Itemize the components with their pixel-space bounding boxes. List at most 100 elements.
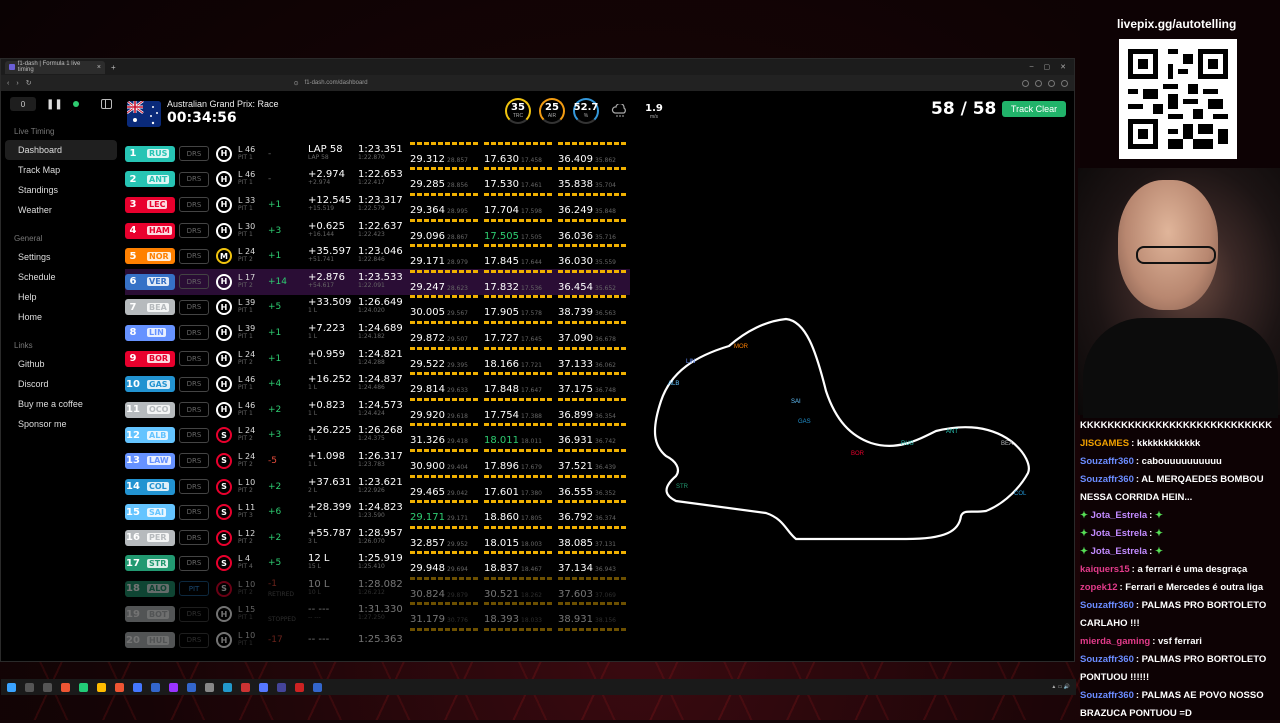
minisector-bars — [484, 576, 554, 580]
driver-row[interactable]: 17 STR DRS S L 4 PIT 4 +5 12 L 15 L 1:25.919 1:25.… — [125, 551, 630, 577]
taskbar-app-icon[interactable] — [259, 682, 268, 692]
sector-best: 17.805 — [521, 515, 542, 523]
menu-icon[interactable] — [1061, 79, 1068, 87]
sector-time: 36.555 — [558, 486, 593, 498]
driver-row[interactable]: 20 HUL DRS H L 10 PIT 1 -17 -- --- 1:25.363 — [125, 627, 630, 653]
taskbar-app-icon[interactable] — [295, 682, 304, 692]
brave-shield-icon[interactable] — [1048, 79, 1055, 87]
pause-icon[interactable]: ❚❚ — [46, 99, 63, 110]
drs-indicator: PIT — [179, 581, 209, 597]
driver-row[interactable]: 18 ALO PIT S L 10 PIT 2 -1 RETIRED 10 L 10 L 1:28.… — [125, 576, 630, 602]
taskbar-app-icon[interactable] — [43, 682, 52, 692]
tyre-info: L 24 PIT 2 — [238, 248, 268, 264]
driver-row[interactable]: 8 LIN DRS H L 39 PIT 1 +1 +7.223 1 L 1:24.689 1:24… — [125, 320, 630, 346]
extension-icon[interactable] — [1022, 79, 1029, 87]
chat-text: : cabouuuuuuuuuu — [1135, 456, 1222, 467]
driver-row[interactable]: 10 GAS DRS H L 46 PIT 1 +4 +16.252 1 L 1:24.837 1:… — [125, 371, 630, 397]
link-discord[interactable]: Discord — [5, 374, 117, 394]
browser-tab[interactable]: f1-dash | Formula 1 live timing × — [5, 60, 105, 74]
pit-count: PIT 2 — [238, 486, 253, 494]
driver-row[interactable]: 6 VER DRS H L 17 PIT 2 +14 +2.876 +54.617 1:23.53… — [125, 268, 630, 295]
sector-s2: 17.630 17.458 — [484, 141, 554, 166]
taskbar-app-icon[interactable] — [97, 682, 106, 692]
site-info-icon[interactable]: ⊙ — [294, 80, 299, 87]
driver-row[interactable]: 19 BOT DRS H L 15 PIT 1 STOPPED -- --- -- --- 1:3… — [125, 602, 630, 628]
gap-interval: +2.876 +54.617 — [308, 272, 358, 290]
taskbar-app-icon[interactable] — [313, 682, 322, 692]
link-sponsor[interactable]: Sponsor me — [5, 414, 117, 434]
driver-row[interactable]: 14 COL DRS S L 10 PIT 2 +2 +37.631 2 L 1:23.621 1:… — [125, 474, 630, 500]
start-icon[interactable] — [7, 682, 16, 692]
driver-row[interactable]: 5 NOR DRS M L 24 PIT 2 +1 +35.597 +51.741 1:23.04… — [125, 243, 630, 269]
taskbar-app-icon[interactable] — [115, 682, 124, 692]
emote-icon: ✦ — [1154, 546, 1163, 557]
forward-icon[interactable]: › — [16, 80, 18, 87]
sector-best: 35.559 — [595, 259, 616, 267]
reload-icon[interactable]: ↻ — [26, 79, 32, 87]
sidebar-toggle-icon[interactable] — [101, 99, 112, 109]
sector-time: 35.838 — [558, 179, 593, 191]
lap-times: 1:24.823 1:23.590 — [358, 503, 410, 520]
driver-row[interactable]: 11 OCO DRS H L 46 PIT 1 +2 +0.823 1 L 1:24.573 1:2… — [125, 397, 630, 423]
taskbar-app-icon[interactable] — [151, 682, 160, 692]
nav-home[interactable]: Home — [5, 307, 117, 327]
tyre-laps: L 39 — [238, 323, 256, 333]
taskbar-app-icon[interactable] — [25, 682, 34, 692]
driver-row[interactable]: 12 ALB DRS S L 24 PIT 2 +3 +26.225 1 L 1:26.268 1:… — [125, 423, 630, 449]
sector-time: 17.704 — [484, 204, 519, 216]
taskbar-app-icon[interactable] — [223, 682, 232, 692]
driver-row[interactable]: 3 LEC DRS H L 33 PIT 1 +1 +12.545 +15.519 1:23.31… — [125, 192, 630, 218]
new-tab-icon[interactable]: + — [111, 63, 116, 72]
driver-row[interactable]: 1 RUS DRS H L 46 PIT 1- LAP 58 LAP 58 1:23.351 1:… — [125, 141, 630, 167]
close-window-icon[interactable]: ✕ — [1060, 63, 1066, 71]
taskbar-app-icon[interactable] — [61, 682, 70, 692]
tyre-compound-icon: H — [216, 273, 232, 290]
minisector-bars — [484, 474, 554, 478]
nav-help[interactable]: Help — [5, 287, 117, 307]
nav-weather[interactable]: Weather — [5, 200, 117, 220]
driver-row[interactable]: 2 ANT DRS H L 46 PIT 1- +2.974 +2.974 1:22.653 1:… — [125, 167, 630, 193]
minimize-icon[interactable]: – — [1030, 63, 1034, 71]
minisector-bars — [410, 192, 480, 196]
zoom-icon[interactable] — [1035, 79, 1042, 87]
driver-row[interactable]: 15 SAI DRS S L 11 PIT 3 +6 +28.399 2 L 1:24.823 1:… — [125, 499, 630, 525]
taskbar-app-icon[interactable] — [79, 682, 88, 692]
taskbar-app-icon[interactable] — [133, 682, 142, 692]
rain-icon — [607, 98, 633, 124]
taskbar-app-icon[interactable] — [277, 682, 286, 692]
driver-row[interactable]: 7 BEA DRS H L 39 PIT 1 +5 +33.509 1 L 1:26.649 1:2… — [125, 295, 630, 321]
taskbar-app-icon[interactable] — [169, 682, 178, 692]
track-temp-value: 35 — [511, 102, 525, 113]
driver-row[interactable]: 16 PER DRS S L 12 PIT 2 +2 +55.787 3 L 1:28.957 1:… — [125, 525, 630, 551]
position-number: 3 — [129, 199, 137, 211]
positions-gained: +5 — [268, 302, 308, 312]
link-buy-coffee[interactable]: Buy me a coffee — [5, 394, 117, 414]
nav-standings[interactable]: Standings — [5, 180, 117, 200]
driver-row[interactable]: 9 BOR DRS H L 24 PIT 2 +1 +0.959 1 L 1:24.821 1:24… — [125, 346, 630, 372]
drs-indicator: DRS — [179, 606, 209, 622]
sector-s1: 29.948 29.694 — [410, 551, 480, 575]
gap-value: LAP 58 — [308, 143, 343, 155]
close-tab-icon[interactable]: × — [97, 64, 101, 71]
driver-row[interactable]: 13 LAW DRS S L 24 PIT 2 -5 +1.098 1 L 1:26.317 1:2… — [125, 448, 630, 474]
back-icon[interactable]: ‹ — [7, 80, 9, 87]
taskbar-app-icon[interactable] — [205, 682, 214, 692]
chat-message: zopek12: Ferrari e Mercedes é outra liga — [1078, 579, 1280, 597]
nav-dashboard[interactable]: Dashboard — [5, 140, 117, 160]
delay-input[interactable]: 0 — [10, 97, 36, 111]
link-github[interactable]: Github — [5, 354, 117, 374]
driver-row[interactable]: 4 HAM DRS H L 30 PIT 1 +3 +0.625 +16.144 1:22.637… — [125, 218, 630, 244]
nav-track-map[interactable]: Track Map — [5, 160, 117, 180]
sector-time: 17.505 — [484, 230, 519, 242]
nav-schedule[interactable]: Schedule — [5, 267, 117, 287]
minisector-bars — [484, 141, 554, 145]
taskbar-app-icon[interactable] — [241, 682, 250, 692]
taskbar-app-icon[interactable] — [187, 682, 196, 692]
sector-best: 36.748 — [595, 387, 616, 395]
url-field[interactable]: ⊙ f1-dash.com/dashboard — [294, 78, 674, 89]
sector-best: 30.776 — [447, 617, 468, 625]
drs-indicator: DRS — [179, 171, 209, 187]
sector-s1: 29.171 28.979 — [410, 244, 480, 268]
nav-settings[interactable]: Settings — [5, 247, 117, 267]
maximize-icon[interactable]: ▢ — [1044, 63, 1051, 71]
